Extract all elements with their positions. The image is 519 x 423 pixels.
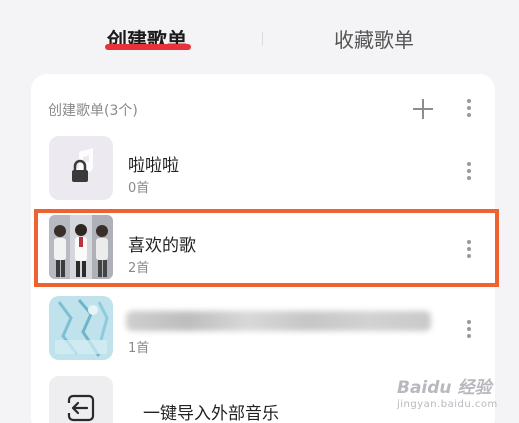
playlist-name: 啦啦啦 bbox=[128, 156, 179, 176]
playlist-cover bbox=[49, 136, 113, 200]
playlist-item[interactable]: 啦啦啦 0首 bbox=[40, 132, 490, 202]
lock-icon bbox=[72, 148, 94, 182]
tab-divider bbox=[262, 32, 263, 46]
playlist-count: 0首 bbox=[128, 181, 150, 196]
playlist-count: 1首 bbox=[128, 341, 150, 356]
playlist-more-button[interactable] bbox=[464, 320, 474, 342]
album-cover bbox=[49, 215, 113, 279]
add-playlist-button[interactable] bbox=[412, 98, 434, 120]
playlist-cover bbox=[49, 215, 113, 279]
watermark-main: Baidu 经验 bbox=[397, 378, 492, 398]
tab-bar: 创建歌单 收藏歌单 bbox=[0, 0, 519, 80]
import-icon bbox=[65, 394, 95, 422]
playlist-more-button[interactable] bbox=[464, 162, 474, 184]
playlist-name-blurred bbox=[126, 311, 431, 331]
section-more-button[interactable] bbox=[464, 99, 474, 121]
playlist-name: 喜欢的歌 bbox=[128, 236, 196, 256]
active-tab-indicator bbox=[105, 44, 191, 50]
playlist-count: 2首 bbox=[128, 261, 150, 276]
import-label: 一键导入外部音乐 bbox=[143, 404, 279, 423]
tab-collected-playlists[interactable]: 收藏歌单 bbox=[334, 24, 414, 53]
section-title: 创建歌单(3个) bbox=[48, 103, 138, 119]
playlist-cover bbox=[49, 296, 113, 360]
playlist-more-button[interactable] bbox=[464, 240, 474, 262]
watermark-sub: jingyan.baidu.com bbox=[397, 399, 498, 410]
import-cover bbox=[49, 376, 113, 423]
playlist-item[interactable]: 喜欢的歌 2首 bbox=[40, 212, 490, 282]
album-cover-blue bbox=[49, 296, 113, 360]
baidu-watermark: Baidu 经验 jingyan.baidu.com bbox=[397, 373, 517, 421]
